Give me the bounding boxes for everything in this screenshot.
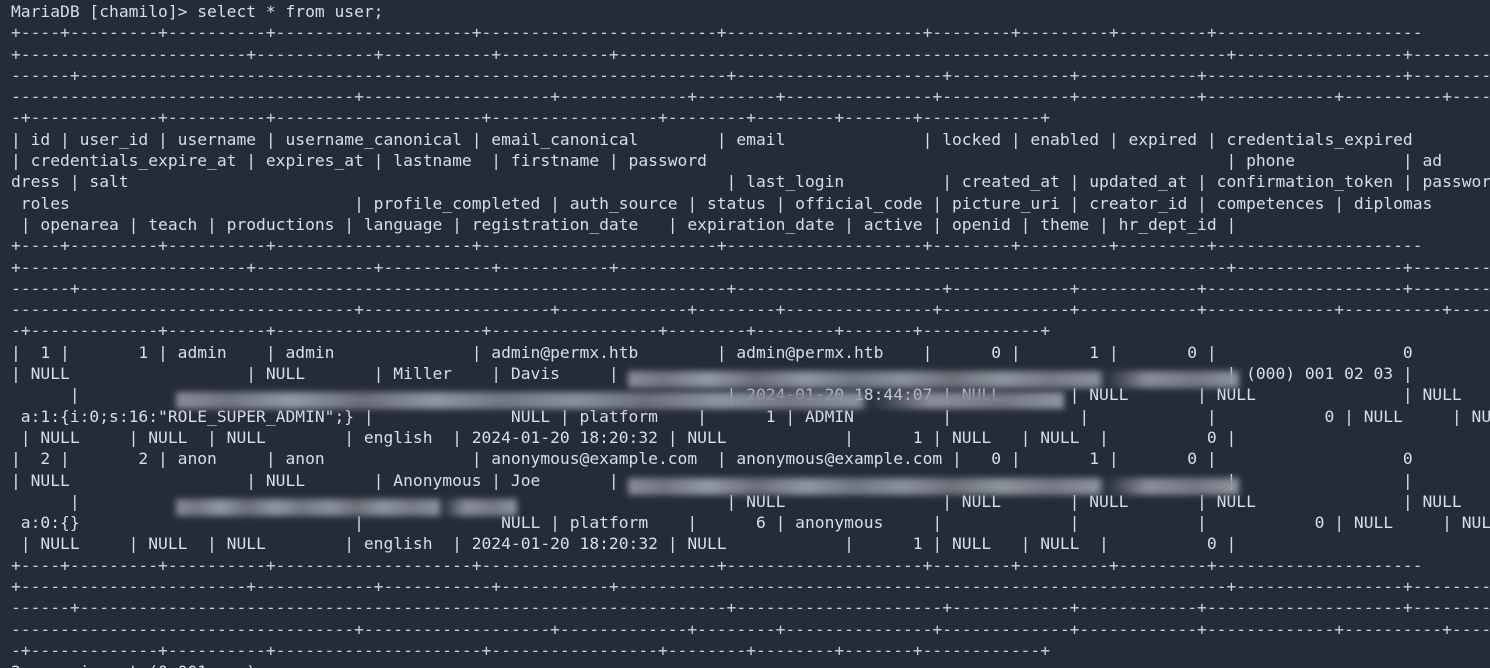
terminal-line-status: 2 rows in set (0.001 sec) bbox=[11, 661, 1490, 668]
terminal-line-separator: ------+---------------------------------… bbox=[11, 598, 1490, 618]
terminal-line-separator: ------+---------------------------------… bbox=[11, 278, 1490, 298]
terminal-line-data: | NULL | NULL | NULL | english | 2024-01… bbox=[11, 427, 1237, 447]
terminal-line-data: | NULL | NULL | Miller | Davis | | (000)… bbox=[11, 364, 1413, 384]
terminal-window[interactable]: MariaDB [chamilo]> select * from user; +-… bbox=[0, 0, 1490, 668]
terminal-line-separator: -----------------------------------+----… bbox=[11, 87, 1490, 107]
terminal-line-header: dress | salt | last_login | created_at |… bbox=[11, 172, 1490, 192]
terminal-line-header: roles | profile_completed | auth_source … bbox=[11, 193, 1433, 213]
terminal-line-separator: -+-------------+----------+-------------… bbox=[11, 640, 1051, 660]
terminal-line-separator: -+-------------+----------+-------------… bbox=[11, 321, 1051, 341]
terminal-line-data: | | NULL | NULL | NULL | NULL | NULL | bbox=[11, 491, 1490, 511]
terminal-line-separator: -+-------------+----------+-------------… bbox=[11, 108, 1051, 128]
terminal-line-data: | 1 | 1 | admin | admin | admin@permx.ht… bbox=[11, 342, 1413, 362]
terminal-line-data: | NULL | NULL | NULL | english | 2024-01… bbox=[11, 534, 1237, 554]
terminal-line-data: | 2 | 2 | anon | anon | anonymous@exampl… bbox=[11, 449, 1413, 469]
terminal-line-header: | openarea | teach | productions | langu… bbox=[11, 214, 1237, 234]
terminal-line-separator: +----+---------+----------+-------------… bbox=[11, 23, 1423, 43]
terminal-line-separator: -----------------------------------+----… bbox=[11, 619, 1490, 639]
terminal-line-separator: +----+---------+----------+-------------… bbox=[11, 236, 1423, 256]
terminal-line-data: a:0:{} | NULL | platform | 6 | anonymous… bbox=[11, 513, 1490, 533]
terminal-line-data: | NULL | NULL | Anonymous | Joe | | | bbox=[11, 470, 1413, 490]
terminal-line-separator: +-----------------------+------------+--… bbox=[11, 257, 1490, 277]
terminal-line-separator: +-----------------------+------------+--… bbox=[11, 577, 1490, 597]
terminal-screen: MariaDB [chamilo]> select * from user; +-… bbox=[11, 1, 1490, 668]
terminal-line-separator: +----+---------+----------+-------------… bbox=[11, 555, 1423, 575]
terminal-line-header: | credentials_expire_at | expires_at | l… bbox=[11, 151, 1443, 171]
terminal-line-data: | | 2024-01-20 18:44:07 | NULL | NULL | … bbox=[11, 385, 1490, 405]
terminal-line-separator: +-----------------------+------------+--… bbox=[11, 44, 1490, 64]
terminal-line-separator: -----------------------------------+----… bbox=[11, 300, 1490, 320]
terminal-line-separator: ------+---------------------------------… bbox=[11, 65, 1490, 85]
terminal-line-prompt: MariaDB [chamilo]> select * from user; bbox=[11, 2, 384, 21]
terminal-line-header: | id | user_id | username | username_can… bbox=[11, 129, 1413, 149]
terminal-line-data: a:1:{i:0;s:16:"ROLE_SUPER_ADMIN";} | NUL… bbox=[11, 406, 1490, 426]
